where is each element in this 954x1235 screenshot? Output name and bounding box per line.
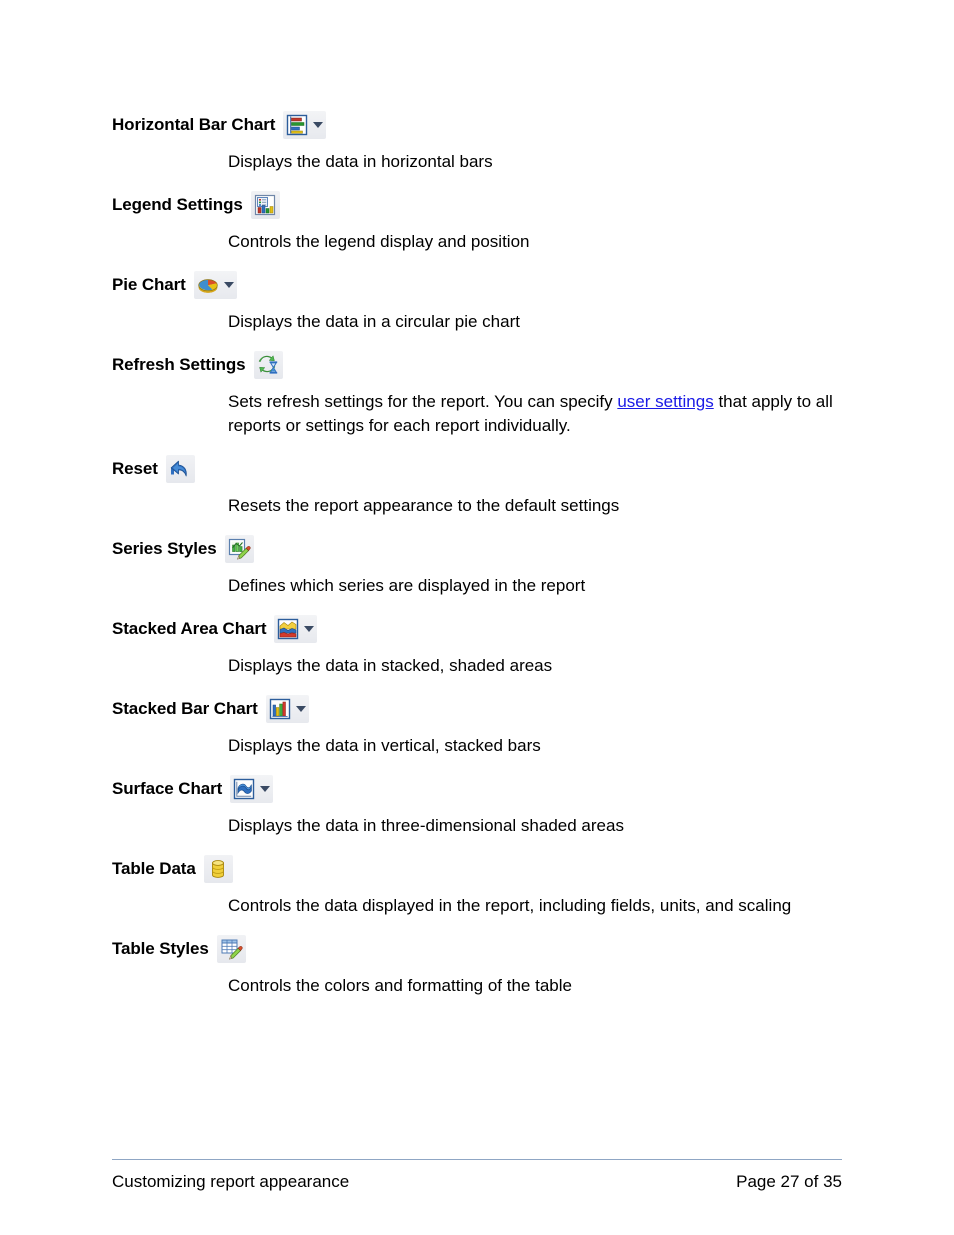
entry-description: Sets refresh settings for the report. Yo… — [228, 390, 842, 438]
entry-description: Controls the colors and formatting of th… — [228, 976, 572, 995]
entry-description: Displays the data in a circular pie char… — [228, 312, 520, 331]
entry-description: Controls the legend display and position — [228, 232, 530, 251]
footer-page-number: Page 27 of 35 — [736, 1172, 842, 1191]
document-page: Horizontal Bar Chart Displays the data i… — [0, 0, 954, 1235]
term-line: Table Data — [112, 852, 842, 886]
term-label: Horizontal Bar Chart — [112, 115, 276, 134]
chevron-down-icon[interactable] — [313, 122, 324, 128]
entry-description: Displays the data in vertical, stacked b… — [228, 736, 541, 755]
term-label: Surface Chart — [112, 779, 223, 798]
term-line: Reset — [112, 452, 842, 486]
entry-series-styles: Series Styles Defines which series are d… — [112, 532, 842, 598]
toolbar-reference-list: Horizontal Bar Chart Displays the data i… — [112, 108, 842, 998]
term-line: Stacked Area Chart — [112, 612, 842, 646]
term-label: Stacked Bar Chart — [112, 699, 258, 718]
pie-chart-icon[interactable] — [193, 271, 237, 299]
entry-description: Displays the data in three-dimensional s… — [228, 816, 624, 835]
chevron-down-icon[interactable] — [295, 706, 306, 712]
stacked-bar-chart-icon[interactable] — [265, 695, 309, 723]
term-line: Refresh Settings — [112, 348, 842, 382]
term-line: Table Styles — [112, 932, 842, 966]
entry-table-data: Table Data Controls the data displayed i… — [112, 852, 842, 918]
entry-pie-chart: Pie Chart Displays the data in a circula… — [112, 268, 842, 334]
term-label: Pie Chart — [112, 275, 186, 294]
series-styles-icon[interactable] — [224, 535, 254, 563]
chevron-down-icon[interactable] — [304, 626, 315, 632]
table-data-icon[interactable] — [203, 855, 233, 883]
term-line: Stacked Bar Chart — [112, 692, 842, 726]
entry-horizontal-bar-chart: Horizontal Bar Chart Displays the data i… — [112, 108, 842, 174]
term-line: Series Styles — [112, 532, 842, 566]
term-label: Table Styles — [112, 939, 209, 958]
reset-icon[interactable] — [165, 455, 195, 483]
entry-stacked-area-chart: Stacked Area Chart Displays the data in … — [112, 612, 842, 678]
entry-description: Defines which series are displayed in th… — [228, 576, 586, 595]
entry-surface-chart: Surface Chart Displays the data in three… — [112, 772, 842, 838]
entry-description: Controls the data displayed in the repor… — [228, 896, 792, 915]
term-label: Legend Settings — [112, 195, 243, 214]
stacked-area-chart-icon[interactable] — [274, 615, 318, 643]
legend-settings-icon[interactable] — [250, 191, 280, 219]
term-label: Table Data — [112, 859, 196, 878]
term-label: Refresh Settings — [112, 355, 246, 374]
horizontal-bar-chart-icon[interactable] — [283, 111, 327, 139]
user-settings-link[interactable]: user settings — [617, 392, 713, 411]
footer-left-text: Customizing report appearance — [112, 1172, 350, 1191]
entry-stacked-bar-chart: Stacked Bar Chart Displays the data in v… — [112, 692, 842, 758]
chevron-down-icon[interactable] — [260, 786, 271, 792]
surface-chart-icon[interactable] — [230, 775, 274, 803]
term-line: Pie Chart — [112, 268, 842, 302]
refresh-settings-icon[interactable] — [253, 351, 283, 379]
page-footer: Customizing report appearance Page 27 of… — [112, 1159, 842, 1193]
term-line: Legend Settings — [112, 188, 842, 222]
entry-description: Displays the data in stacked, shaded are… — [228, 656, 553, 675]
entry-table-styles: Table Styles Controls the colors and for… — [112, 932, 842, 998]
chevron-down-icon[interactable] — [223, 282, 234, 288]
footer-row: Customizing report appearance Page 27 of… — [112, 1171, 842, 1193]
term-line: Surface Chart — [112, 772, 842, 806]
term-label: Stacked Area Chart — [112, 619, 267, 638]
entry-legend-settings: Legend Settings Controls the legend disp… — [112, 188, 842, 254]
footer-divider — [112, 1159, 842, 1160]
entry-refresh-settings: Refresh Settings Sets refresh settings f… — [112, 348, 842, 438]
entry-description: Displays the data in horizontal bars — [228, 152, 493, 171]
term-label: Reset — [112, 459, 158, 478]
term-label: Series Styles — [112, 539, 217, 558]
description-prefix: Sets refresh settings for the report. Yo… — [228, 392, 618, 411]
entry-description: Resets the report appearance to the defa… — [228, 496, 620, 515]
term-line: Horizontal Bar Chart — [112, 108, 842, 142]
table-styles-icon[interactable] — [216, 935, 246, 963]
entry-reset: Reset Resets the report appearance to th… — [112, 452, 842, 518]
